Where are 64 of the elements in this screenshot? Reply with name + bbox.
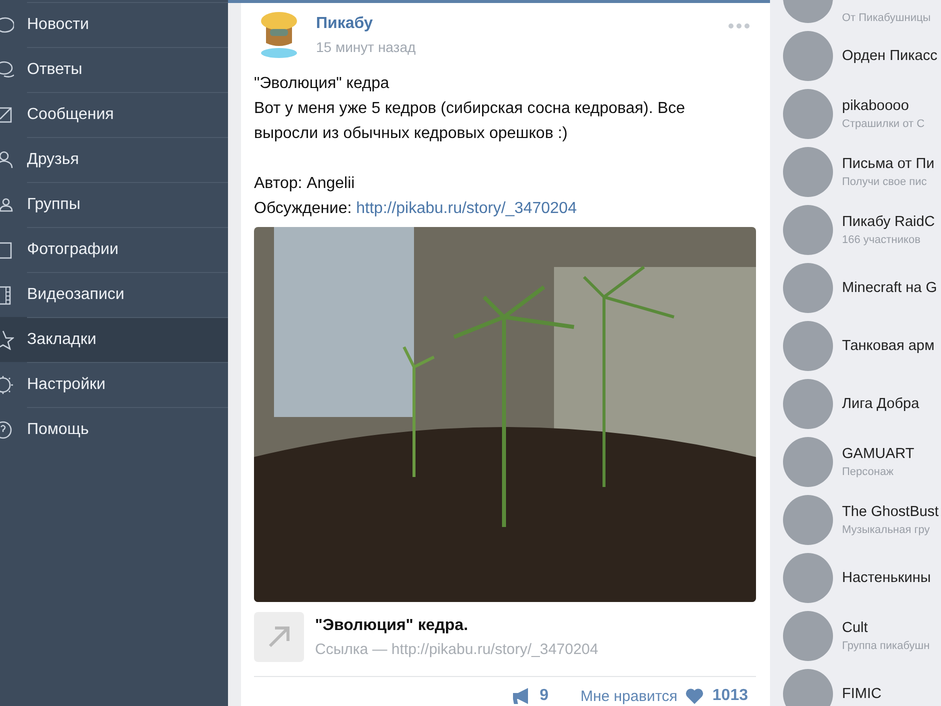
group-subtitle: 166 участников (842, 234, 922, 246)
group-name[interactable]: Лига Добра (842, 396, 920, 412)
sidebar-item[interactable]: Настройки (0, 362, 228, 407)
share-count: 9 (540, 687, 548, 705)
help-icon (0, 420, 14, 440)
post-author: Автор: Angelii (254, 174, 356, 194)
arrow-icon (267, 625, 291, 649)
group-avatar[interactable] (783, 89, 833, 139)
group-avatar[interactable] (783, 553, 833, 603)
gear-icon (0, 374, 14, 394)
group-name[interactable]: GAMUART (842, 446, 914, 462)
sidebar-item[interactable]: Группы (0, 182, 228, 227)
sidebar-item[interactable]: Закладки (0, 317, 228, 362)
like-count: 1013 (712, 687, 748, 705)
group-subtitle: Музыкальная гру (842, 524, 931, 536)
post-title: "Эволюция" кедра (254, 74, 390, 94)
group-name[interactable]: FIMIC (842, 686, 882, 702)
discussion-link[interactable]: http://pikabu.ru/story/_3470204 (356, 200, 577, 217)
group-name[interactable]: Письма от Пи (842, 156, 934, 172)
group-avatar[interactable] (783, 147, 833, 197)
photo-icon (0, 240, 14, 260)
post-body: Вот у меня уже 5 кедров (сибирская сосна кедровая). Все выросли из обычных кедровых орешков :) (254, 99, 686, 144)
heart-icon[interactable] (685, 688, 704, 704)
author-name[interactable]: Пикабу (316, 15, 416, 33)
discussion-label: Обсуждение: (254, 200, 352, 217)
bubbles-icon (0, 60, 14, 80)
like-button[interactable]: Мне нравится (580, 688, 678, 704)
group-avatar[interactable] (783, 263, 833, 313)
more-icon[interactable] (728, 23, 750, 29)
group-name[interactable]: Пикабу RaidC (842, 214, 935, 230)
person-icon (0, 150, 14, 170)
link-title[interactable]: "Эволюция" кедра. (315, 616, 598, 634)
group-subtitle: Персонаж (842, 466, 894, 478)
group-avatar[interactable] (783, 205, 833, 255)
group-subtitle: Страшилки от С (842, 118, 925, 130)
group-avatar[interactable] (783, 669, 833, 706)
group-avatar[interactable] (783, 379, 833, 429)
group-subtitle: От Пикабушницы (842, 12, 931, 24)
sidebar-item[interactable]: Помощь (0, 407, 228, 452)
sidebar-item[interactable]: Новости (0, 2, 228, 47)
group-name[interactable]: Minecraft на G (842, 280, 938, 296)
group-name[interactable]: Настенькины (842, 570, 931, 586)
sidebar-item[interactable]: Ответы (0, 47, 228, 92)
sidebar-item[interactable]: Видеозаписи (0, 272, 228, 317)
group-name[interactable]: The GhostBust (842, 504, 939, 520)
sidebar-item[interactable]: Фотографии (0, 227, 228, 272)
bubble-icon (0, 14, 14, 34)
group-avatar[interactable] (783, 611, 833, 661)
group-subtitle: Получи свое пис (842, 176, 928, 188)
group-name[interactable]: Орден Пикасс (842, 48, 938, 64)
group-avatar[interactable] (783, 321, 833, 371)
sidebar-item[interactable]: Сообщения (0, 92, 228, 137)
post-time: 15 минут назад (316, 39, 416, 55)
group-avatar[interactable] (783, 495, 833, 545)
group-avatar[interactable] (783, 31, 833, 81)
link-subtitle: Ссылка — http://pikabu.ru/story/_3470204 (315, 640, 598, 658)
sidebar-item[interactable]: Друзья (0, 137, 228, 182)
group-name[interactable]: Cult (842, 620, 930, 636)
group-subtitle: Группа пикабушн (842, 640, 930, 652)
pencil-icon (0, 104, 14, 124)
group-avatar[interactable] (783, 437, 833, 487)
link-thumbnail[interactable] (254, 612, 304, 662)
group-name[interactable]: Танковая арм (842, 338, 934, 354)
group-name[interactable]: pikaboooo (842, 98, 925, 114)
